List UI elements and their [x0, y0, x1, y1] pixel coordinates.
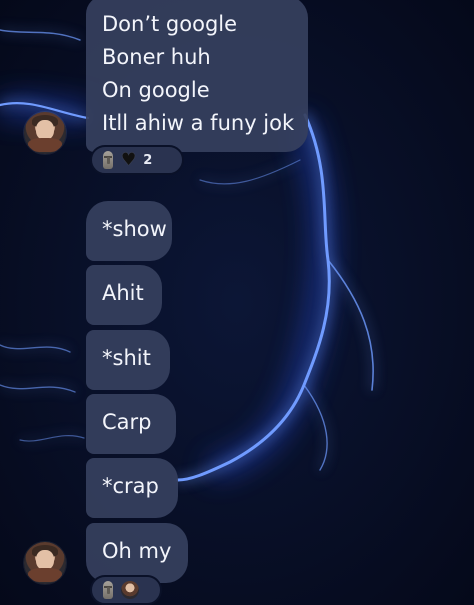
message-bubble[interactable]: Carp — [86, 394, 176, 454]
message-bubble[interactable]: Oh my — [86, 523, 188, 583]
message-bubble[interactable]: *shit — [86, 330, 170, 390]
message-reactions[interactable]: ♥ 2 — [90, 145, 184, 175]
moai-emoji-icon — [102, 581, 114, 599]
message-line: Boner huh — [102, 45, 211, 69]
message-line: On google — [102, 78, 210, 102]
message-line: Don’t google — [102, 12, 238, 36]
message-text: *crap — [102, 474, 159, 498]
message-text: Oh my — [102, 539, 172, 563]
message-text: *show — [102, 217, 167, 241]
moai-emoji-icon — [102, 151, 114, 169]
message-reactions[interactable] — [90, 575, 162, 605]
sender-avatar[interactable] — [24, 542, 66, 584]
black-heart-icon: ♥ — [121, 149, 137, 170]
message-bubble[interactable]: Ahit — [86, 265, 162, 325]
message-bubble[interactable]: *crap — [86, 458, 178, 518]
message-bubble[interactable]: *show — [86, 201, 172, 261]
reactor-avatar — [121, 581, 139, 599]
message-text: *shit — [102, 346, 151, 370]
message-line: Itll ahiw a funy jok — [102, 111, 295, 135]
message-text: Carp — [102, 410, 152, 434]
message-text: Ahit — [102, 281, 144, 305]
sender-avatar[interactable] — [24, 112, 66, 154]
reaction-count: 2 — [143, 152, 153, 168]
message-bubble[interactable]: Don’t google Boner huh On google Itll ah… — [86, 0, 308, 152]
